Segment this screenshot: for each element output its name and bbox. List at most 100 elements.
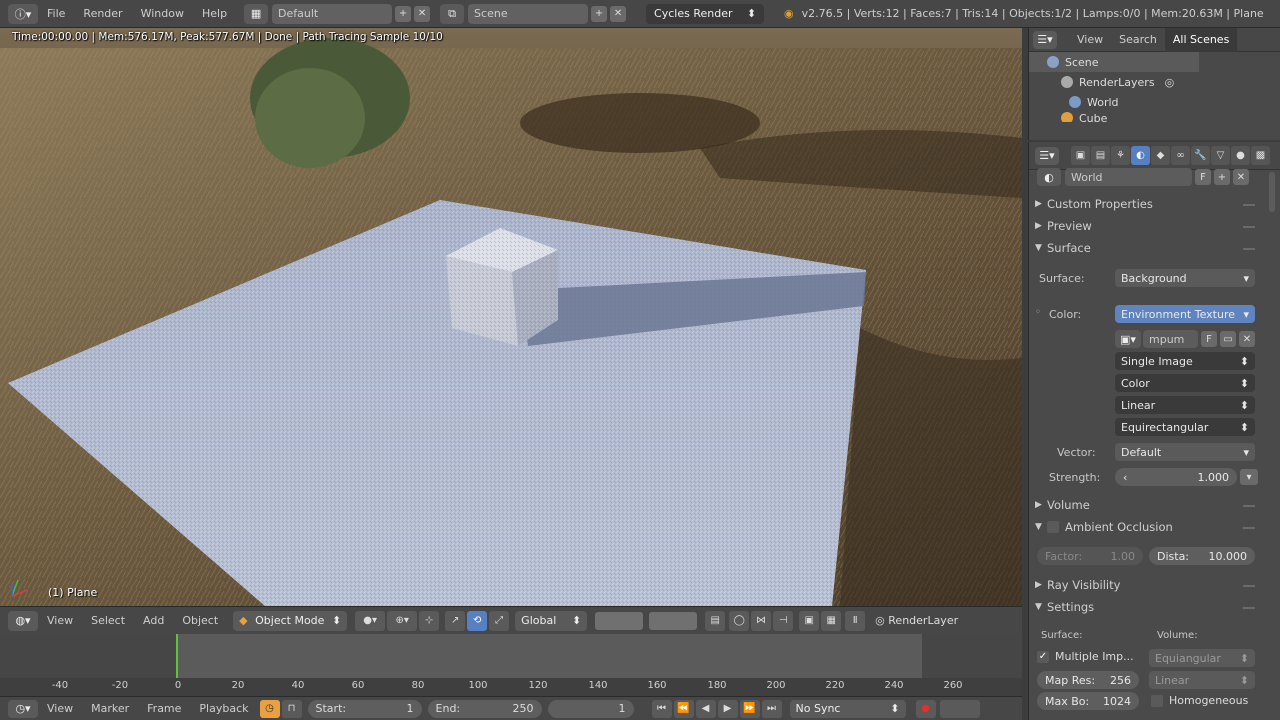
translate-manipulator-button[interactable]: ↗ xyxy=(445,610,466,631)
layers-grid-left[interactable] xyxy=(595,611,644,630)
current-frame-cursor[interactable] xyxy=(176,634,178,678)
ao-distance-field[interactable]: Dista: 10.000 xyxy=(1149,547,1255,565)
projection-dropdown[interactable]: Equirectangular ⬍ xyxy=(1115,418,1255,436)
menu-playback[interactable]: Playback xyxy=(190,702,257,715)
panel-volume[interactable]: ▶ Volume xyxy=(1035,498,1090,512)
interaction-mode-dropdown[interactable]: ◆ Object Mode ⬍ xyxy=(233,610,348,631)
menu-view[interactable]: View xyxy=(38,702,82,715)
properties-editor-type-button[interactable]: ☰▾ xyxy=(1035,146,1059,165)
scene-browse-button[interactable]: ⧉ xyxy=(440,3,465,24)
link-socket-icon[interactable]: ◦ xyxy=(1035,307,1041,318)
image-browse-button[interactable]: ▣▾ xyxy=(1115,330,1141,348)
menu-object[interactable]: Object xyxy=(173,614,227,627)
volume-sampling-dropdown[interactable]: Equiangular ⬍ xyxy=(1149,649,1255,667)
color-node-dropdown[interactable]: Environment Texture ▾ xyxy=(1115,305,1255,323)
play-reverse-button[interactable]: ◀ xyxy=(695,699,716,718)
jump-end-button[interactable]: ⏭ xyxy=(761,699,782,718)
keying-set-field[interactable] xyxy=(939,699,980,718)
panel-ambient-occlusion[interactable]: ▼ Ambient Occlusion xyxy=(1035,520,1173,534)
strength-socket-button[interactable]: ▾ xyxy=(1240,469,1258,485)
jump-start-button[interactable]: ⏮ xyxy=(651,699,672,718)
3d-viewport[interactable]: Time:00:00.00 | Mem:576.17M, Peak:577.67… xyxy=(0,28,1022,606)
info-editor-type-button[interactable]: ⓘ▾ xyxy=(8,3,38,24)
tab-texture[interactable]: ▩ xyxy=(1251,146,1270,165)
panel-settings[interactable]: ▼ Settings xyxy=(1035,600,1094,614)
screen-layout-field[interactable]: Default xyxy=(272,3,393,24)
ao-factor-field[interactable]: Factor: 1.00 xyxy=(1037,547,1143,565)
tab-object[interactable]: ◆ xyxy=(1151,146,1170,165)
image-source-dropdown[interactable]: Single Image ⬍ xyxy=(1115,352,1255,370)
3d-editor-type-button[interactable]: ◍▾ xyxy=(8,610,38,631)
unlink-world-button[interactable]: ✕ xyxy=(1233,169,1249,185)
panel-preview[interactable]: ▶ Preview xyxy=(1035,219,1092,233)
fake-user-button[interactable]: F xyxy=(1195,169,1211,185)
manipulator-toggle-button[interactable]: ⊹ xyxy=(419,610,440,631)
next-keyframe-button[interactable]: ⏩ xyxy=(739,699,760,718)
proportional-edit-button[interactable]: ◯ xyxy=(729,610,750,631)
panel-ray-visibility[interactable]: ▶ Ray Visibility xyxy=(1035,578,1120,592)
render-engine-dropdown[interactable]: Cycles Render ⬍ xyxy=(646,3,765,24)
panel-grip-icon[interactable] xyxy=(1243,248,1255,250)
outliner-editor-type-button[interactable]: ☰▾ xyxy=(1033,30,1057,49)
menu-add[interactable]: Add xyxy=(134,614,173,627)
tab-data[interactable]: ▽ xyxy=(1211,146,1230,165)
outliner-item-world[interactable]: World xyxy=(1029,92,1280,112)
use-preview-range-button[interactable]: ◷ xyxy=(259,699,280,718)
outliner-tab-view[interactable]: View xyxy=(1069,28,1111,52)
auto-keying-button[interactable]: ● xyxy=(915,699,936,718)
image-fake-user-button[interactable]: F xyxy=(1201,331,1217,347)
panel-grip-icon[interactable] xyxy=(1243,226,1255,228)
color-space-dropdown[interactable]: Color ⬍ xyxy=(1115,374,1255,392)
snap-element-button[interactable]: ⊣ xyxy=(773,610,794,631)
properties-scrollbar[interactable] xyxy=(1269,172,1275,212)
add-layout-button[interactable]: + xyxy=(395,5,412,22)
tab-modifiers[interactable]: 🔧 xyxy=(1191,146,1210,165)
map-resolution-field[interactable]: Map Res: 256 xyxy=(1037,671,1139,689)
unlink-image-button[interactable]: ✕ xyxy=(1239,331,1255,347)
menu-select[interactable]: Select xyxy=(82,614,134,627)
menu-marker[interactable]: Marker xyxy=(82,702,138,715)
add-scene-button[interactable]: + xyxy=(591,5,608,22)
panel-grip-icon[interactable] xyxy=(1243,204,1255,206)
lock-layers-button[interactable]: ▤ xyxy=(705,610,726,631)
ao-enable-checkbox[interactable] xyxy=(1047,521,1059,533)
image-name-field[interactable]: mpum xyxy=(1143,330,1198,348)
outliner-item-scene[interactable]: Scene xyxy=(1029,52,1199,72)
prev-keyframe-button[interactable]: ⏪ xyxy=(673,699,694,718)
menu-window[interactable]: Window xyxy=(132,7,193,20)
outliner-item-cube[interactable]: Cube xyxy=(1029,112,1280,122)
menu-view[interactable]: View xyxy=(38,614,82,627)
tab-material[interactable]: ● xyxy=(1231,146,1250,165)
outliner-tab-search[interactable]: Search xyxy=(1111,28,1165,52)
screen-layout-button[interactable]: ▦ xyxy=(244,3,269,24)
panel-custom-properties[interactable]: ▶ Custom Properties xyxy=(1035,197,1153,211)
vector-input-dropdown[interactable]: Default ▾ xyxy=(1115,443,1255,461)
current-frame-field[interactable]: 1 xyxy=(547,699,634,718)
scale-manipulator-button[interactable]: ⤢ xyxy=(489,610,510,631)
open-image-button[interactable]: ▭ xyxy=(1220,331,1236,347)
pivot-point-button[interactable]: ⊕▾ xyxy=(387,610,418,631)
pause-render-button[interactable]: Ⅱ xyxy=(845,610,866,631)
lock-range-button[interactable]: ⊓ xyxy=(281,699,302,718)
render-layer-selector[interactable]: ◎ RenderLayer xyxy=(875,614,958,627)
play-button[interactable]: ▶ xyxy=(717,699,738,718)
sync-mode-dropdown[interactable]: No Sync ⬍ xyxy=(789,699,906,718)
outliner-item-renderlayers[interactable]: RenderLayers ◎ xyxy=(1029,72,1280,92)
surface-shader-dropdown[interactable]: Background ▾ xyxy=(1115,269,1255,287)
world-browse-button[interactable]: ◐ xyxy=(1037,168,1061,186)
start-frame-field[interactable]: Start: 1 xyxy=(307,699,422,718)
opengl-animation-button[interactable]: ▦ xyxy=(821,610,842,631)
multiple-importance-checkbox-row[interactable]: ✓ Multiple Imp... xyxy=(1037,650,1134,663)
layers-grid-right[interactable] xyxy=(649,611,698,630)
menu-frame[interactable]: Frame xyxy=(138,702,190,715)
render-layer-toggle-icon[interactable]: ◎ xyxy=(1165,76,1175,89)
scene-field[interactable]: Scene xyxy=(468,3,589,24)
delete-scene-button[interactable]: ✕ xyxy=(610,5,627,22)
end-frame-field[interactable]: End: 250 xyxy=(427,699,542,718)
timeline-editor-type-button[interactable]: ◷▾ xyxy=(8,699,38,718)
snap-toggle-button[interactable]: ⋈ xyxy=(751,610,772,631)
menu-render[interactable]: Render xyxy=(74,7,131,20)
timeline-ruler[interactable]: -40 -20 0 20 40 60 80 100 120 140 160 18… xyxy=(0,678,1022,696)
timeline-area[interactable]: -40 -20 0 20 40 60 80 100 120 140 160 18… xyxy=(0,634,1022,696)
menu-help[interactable]: Help xyxy=(193,7,236,20)
